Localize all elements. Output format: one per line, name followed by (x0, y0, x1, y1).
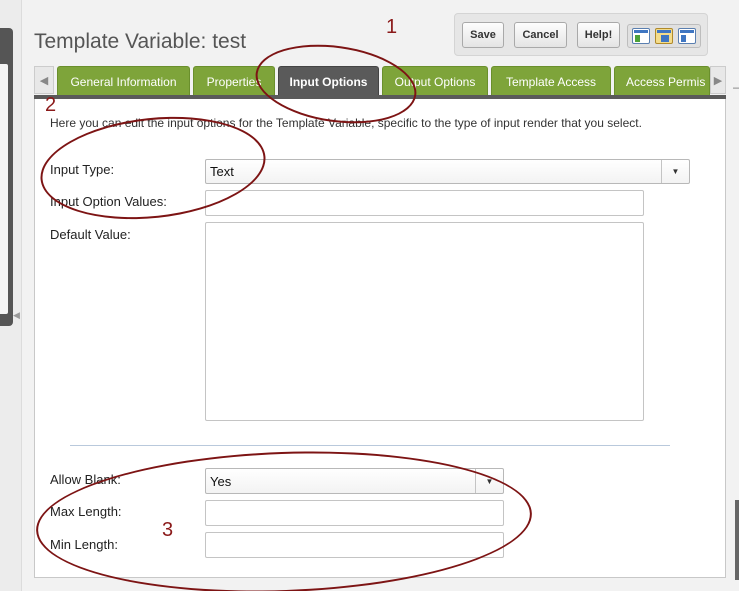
help-button[interactable]: Help! (577, 22, 620, 48)
collapse-arrow-icon[interactable]: ◀ (13, 310, 20, 321)
save-button[interactable]: Save (462, 22, 504, 48)
tab-general-information[interactable]: General Information (57, 66, 190, 96)
collapsed-tree-panel[interactable] (0, 28, 13, 326)
layout-switcher (627, 24, 701, 48)
right-scroll-handle[interactable] (735, 500, 739, 580)
layout-center-icon[interactable] (654, 28, 673, 44)
input-type-select[interactable]: Text ▼ (205, 159, 690, 184)
tab-template-access[interactable]: Template Access (491, 66, 611, 96)
default-value-textarea[interactable] (205, 222, 644, 421)
default-value-label: Default Value: (50, 227, 131, 242)
tree-panel-body (0, 64, 8, 314)
section-divider (70, 445, 670, 446)
tab-scroll-right-icon[interactable]: ▶ (710, 66, 726, 94)
annotation-number-1: 1 (386, 16, 398, 38)
page-title: Template Variable: test (34, 30, 247, 53)
tab-scroll-left-icon[interactable]: ◀ (34, 66, 54, 94)
tab-access-permissions[interactable]: Access Permis (614, 66, 710, 96)
layout-left-icon[interactable] (632, 28, 651, 44)
input-option-values-field[interactable] (205, 190, 644, 216)
right-edge-marker: – (733, 80, 739, 94)
annotation-number-2: 2 (45, 94, 57, 116)
annotation-number-3: 3 (162, 519, 174, 541)
chevron-down-icon[interactable]: ▼ (661, 160, 689, 183)
cancel-button[interactable]: Cancel (514, 22, 567, 48)
layout-right-icon[interactable] (677, 28, 696, 44)
